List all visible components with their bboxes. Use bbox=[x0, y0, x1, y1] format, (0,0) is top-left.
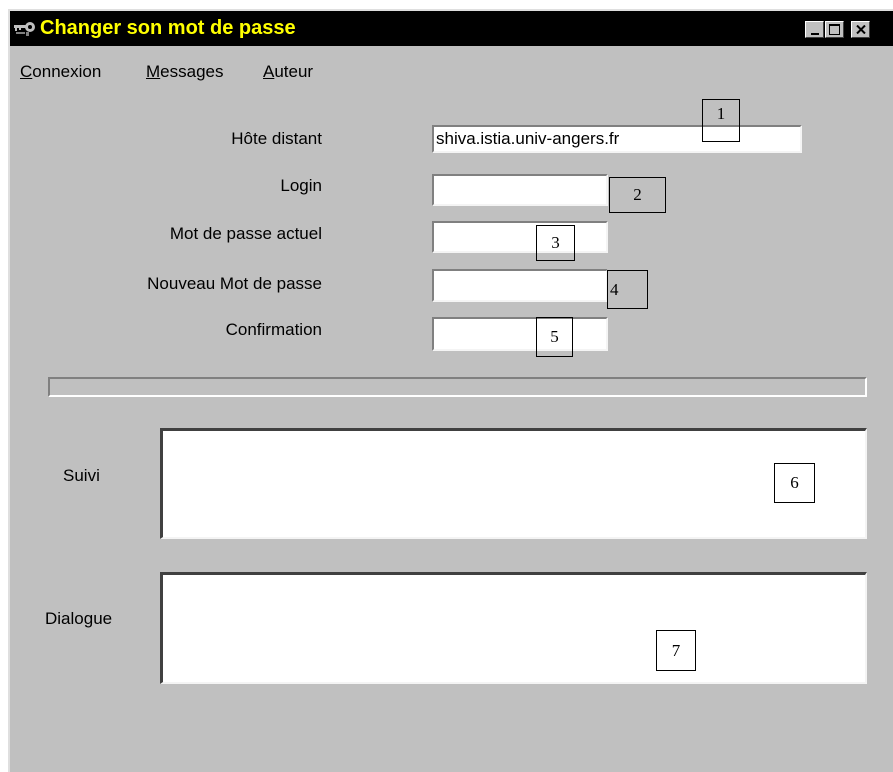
new-password-input[interactable] bbox=[432, 269, 608, 302]
callout-1: 1 bbox=[702, 99, 740, 142]
login-label: Login bbox=[280, 176, 322, 195]
menu-bar: Connexion Messages Auteur bbox=[10, 60, 893, 84]
maximize-icon bbox=[829, 24, 840, 35]
menu-auteur-mnemonic: A bbox=[263, 62, 275, 81]
suivi-label: Suivi bbox=[63, 466, 100, 485]
callout-3: 3 bbox=[536, 225, 575, 261]
window-title: Changer son mot de passe bbox=[40, 17, 296, 39]
confirmation-label: Confirmation bbox=[225, 320, 322, 339]
new-password-label: Nouveau Mot de passe bbox=[147, 274, 322, 293]
menu-connexion-mnemonic: C bbox=[20, 62, 33, 81]
close-button[interactable] bbox=[851, 21, 870, 38]
login-input[interactable] bbox=[432, 174, 608, 206]
menu-connexion[interactable]: Connexion bbox=[20, 60, 101, 84]
suivi-textarea[interactable] bbox=[160, 428, 867, 539]
menu-connexion-label: onnexion bbox=[32, 62, 102, 81]
title-bar[interactable]: Changer son mot de passe bbox=[10, 11, 893, 46]
menu-messages-label: essages bbox=[160, 62, 224, 81]
callout-5: 5 bbox=[536, 317, 573, 357]
callout-2: 2 bbox=[609, 177, 666, 213]
key-icon bbox=[14, 22, 35, 36]
change-password-window: Changer son mot de passe Connexion Messa… bbox=[8, 9, 893, 772]
dialogue-label: Dialogue bbox=[45, 609, 113, 628]
callout-7: 7 bbox=[656, 630, 696, 671]
current-password-input[interactable] bbox=[432, 221, 608, 253]
confirmation-input[interactable] bbox=[432, 317, 608, 351]
menu-auteur[interactable]: Auteur bbox=[263, 60, 313, 84]
close-icon bbox=[855, 25, 866, 34]
dialogue-textarea[interactable] bbox=[160, 572, 867, 684]
minimize-icon bbox=[810, 32, 819, 35]
progress-bar bbox=[48, 377, 867, 397]
menu-messages[interactable]: Messages bbox=[146, 60, 224, 84]
current-password-label: Mot de passe actuel bbox=[169, 224, 322, 243]
host-label: Hôte distant bbox=[231, 129, 322, 148]
callout-6: 6 bbox=[774, 463, 815, 503]
minimize-button[interactable] bbox=[805, 21, 824, 38]
maximize-button[interactable] bbox=[825, 21, 844, 38]
menu-auteur-label: uteur bbox=[274, 62, 314, 81]
menu-messages-mnemonic: M bbox=[146, 62, 161, 81]
host-input[interactable] bbox=[432, 125, 802, 153]
callout-4: 4 bbox=[607, 270, 648, 309]
